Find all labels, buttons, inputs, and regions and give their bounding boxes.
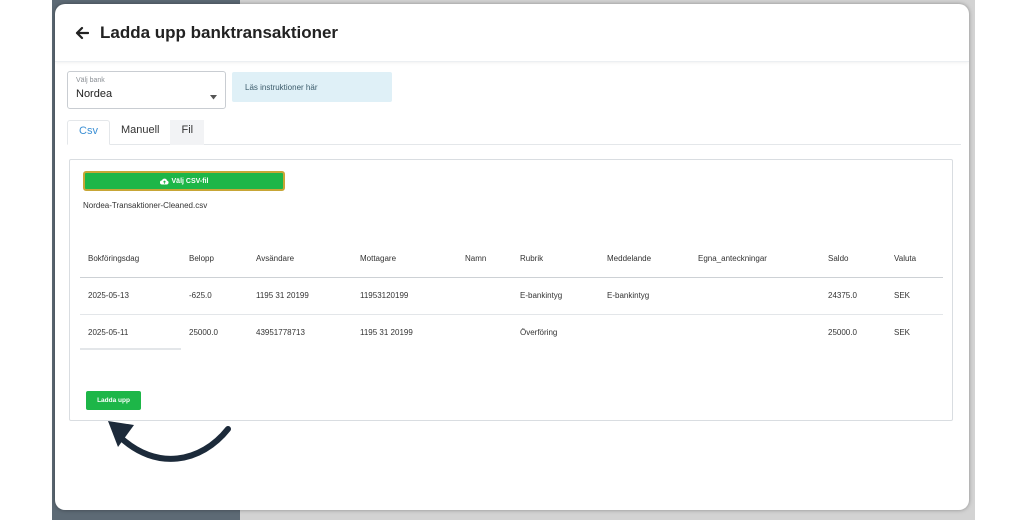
table-cell [457,314,512,351]
table-cell: 25000.0 [828,328,857,338]
table-row: 2025-05-13 -625.0 1195 31 20199 11953120… [80,277,943,315]
table-cell: 2025-05-13 [80,277,181,315]
tab-csv[interactable]: Csv [67,120,110,145]
table-cell [599,314,690,351]
column-header: Valuta [886,240,943,278]
bank-select-value: Nordea [76,88,113,100]
table-cell [690,277,820,315]
table-cell: 24375.0 [820,277,886,315]
cloud-upload-icon [159,178,168,184]
table-cell: E-bankintyg [599,277,690,315]
table-cell: 25000.0 [189,328,218,338]
choose-csv-label: Välj CSV-fil [171,177,209,185]
table-cell: SEK [894,328,911,338]
column-header: Belopp [181,240,248,278]
column-header: Egna_anteckningar [690,240,820,278]
csv-panel: Välj CSV-fil Nordea-Transaktioner-Cleane… [69,159,953,421]
column-header: Rubrik [512,240,599,278]
screen: Ladda upp banktransaktioner Välj bank No… [0,0,1024,520]
table-cell: Överföring [520,328,558,338]
table-cell: E-bankintyg [512,277,599,315]
column-header: Saldo [820,240,886,278]
table-cell: -625.0 [181,277,248,315]
caret-down-icon [210,87,217,105]
tab-manuell[interactable]: Manuell [110,120,171,145]
choose-csv-button[interactable]: Välj CSV-fil [83,171,285,191]
column-header: Meddelande [599,240,690,278]
table-row: 2025-05-11 25000.0 43951778713 1195 31 2… [80,314,943,351]
table-cell [457,277,512,315]
tab-fil[interactable]: Fil [170,120,205,145]
table-cell [690,314,820,351]
tab-bar: Csv Manuell Fil [67,120,961,145]
table-cell: 2025-05-11 [88,328,129,338]
bank-select[interactable]: Välj bank Nordea [67,71,226,109]
selected-filename: Nordea-Transaktioner-Cleaned.csv [83,201,208,210]
column-header: Avsändare [248,240,352,278]
bank-select-label: Välj bank [76,77,105,84]
table-cell: 1195 31 20199 [248,277,352,315]
column-header: Bokföringsdag [80,240,181,278]
column-header: Namn [457,240,512,278]
table-cell: 11953120199 [352,277,457,315]
table-cell: 1195 31 20199 [360,328,413,338]
upload-button[interactable]: Ladda upp [86,391,141,410]
top-controls: Välj bank Nordea Läs instruktioner här [67,71,392,109]
header: Ladda upp banktransaktioner [55,4,969,62]
column-header: Mottagare [352,240,457,278]
table-header-row: Bokföringsdag Belopp Avsändare Mottagare… [80,240,943,278]
page-title: Ladda upp banktransaktioner [100,22,339,42]
pointer-arrow-icon [108,421,231,462]
arrow-left-icon[interactable] [75,25,91,41]
table-cell: 43951778713 [256,328,305,338]
table-scrollbar[interactable] [80,348,181,350]
transactions-table: Bokföringsdag Belopp Avsändare Mottagare… [80,240,943,351]
instructions-link[interactable]: Läs instruktioner här [232,72,392,102]
table-cell: SEK [886,277,943,315]
